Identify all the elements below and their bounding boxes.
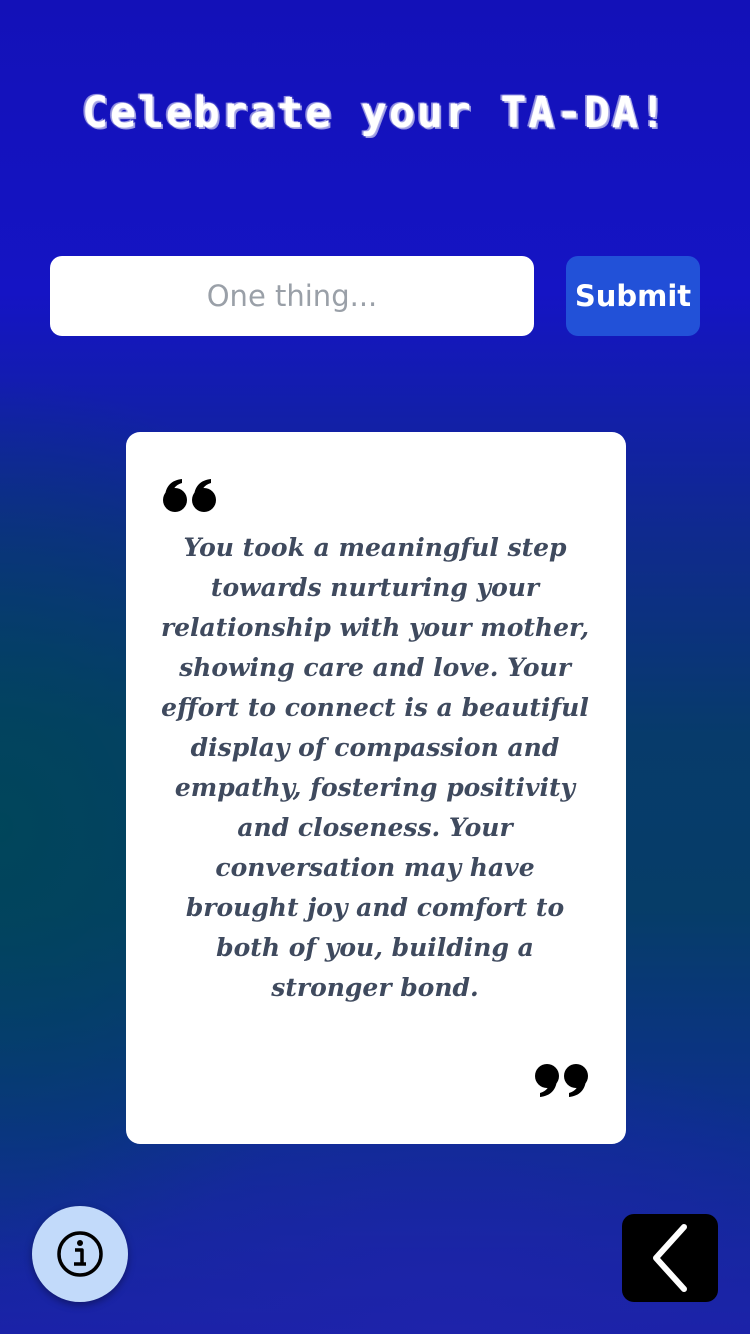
one-thing-input[interactable] — [50, 256, 534, 336]
affirmation-text: You took a meaningful step towards nurtu… — [160, 533, 590, 1002]
info-icon — [57, 1231, 103, 1277]
submit-button[interactable]: Submit — [566, 256, 700, 336]
info-button[interactable] — [32, 1206, 128, 1302]
open-quote-icon — [163, 479, 216, 512]
page-title: Celebrate your TA-DA! — [82, 88, 668, 138]
close-quote-icon — [535, 1064, 588, 1097]
chevron-left-icon — [653, 1224, 687, 1292]
back-button[interactable] — [622, 1214, 718, 1302]
